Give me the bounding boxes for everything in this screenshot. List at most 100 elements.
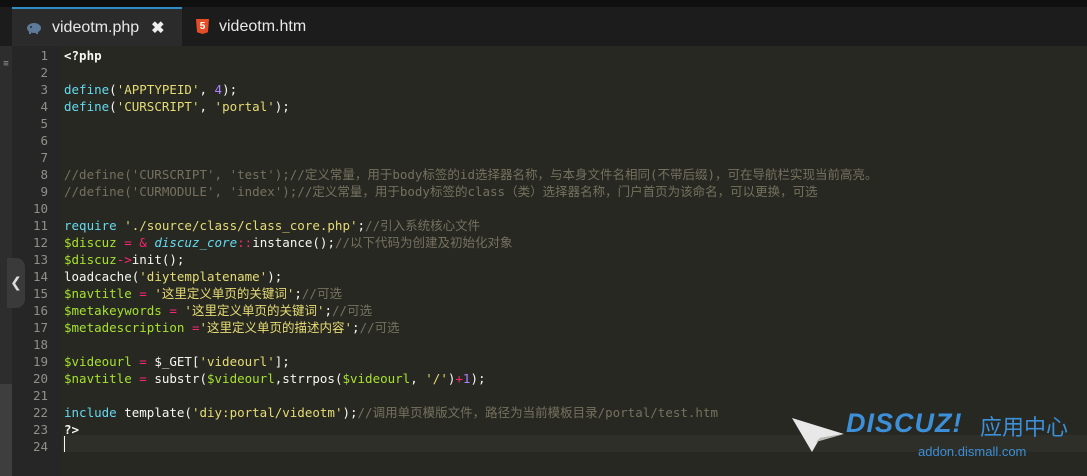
code-token: = [116,235,140,250]
tab-videotm-php[interactable]: videotm.php ✖ [12,7,182,46]
code-token: ); [222,82,238,97]
code-line[interactable]: $discuz->init(); [64,251,184,268]
code-token: //可选 [359,320,400,335]
code-line[interactable]: define('CURSCRIPT', 'portal'); [64,98,290,115]
code-token: ( [109,82,117,97]
line-number: 2 [40,65,48,80]
code-token: $discuz [64,252,117,267]
code-token: //可选 [301,286,342,301]
code-token: //可选 [332,303,373,318]
tab-label: videotm.htm [219,17,307,35]
code-token: ; [357,218,366,233]
code-token: ); [274,99,290,114]
line-number: 17 [32,320,48,335]
code-line[interactable]: $navtitle = substr($videourl,strrpos($vi… [64,370,486,387]
code-token: , [410,371,426,386]
sidebar-menu-icon[interactable]: ≡ [0,58,12,70]
line-number: 10 [32,201,48,216]
code-token: $metadescription [64,320,185,335]
code-line[interactable]: $discuz = & discuz_core::instance();//以下… [64,234,513,251]
code-token: ?> [64,422,80,437]
code-token: loadcache( [64,269,140,284]
line-number: 18 [32,337,48,352]
code-line[interactable]: loadcache('diytemplatename'); [64,268,282,285]
code-token: instance(); [252,235,335,250]
code-token: = [161,303,185,318]
watermark-brand: DISCUZ! [846,408,963,438]
code-token: = [184,320,200,335]
code-line[interactable]: <?php [64,47,102,64]
line-number: 6 [40,133,48,148]
code-token: define [64,82,110,97]
code-token: ; [324,303,333,318]
code-token: $videourl [207,371,275,386]
line-number: 9 [40,184,48,199]
code-token: $discuz [64,235,117,250]
code-token: ); [470,371,486,386]
sidebar-scroll-handle[interactable] [0,384,12,476]
code-token: + [455,371,463,386]
code-token: './source/class/class_core.php' [124,218,358,233]
code-token: $metakeywords [64,303,162,318]
code-token: template( [116,405,192,420]
code-token: & [139,235,155,250]
code-token: , [199,82,215,97]
code-token: '这里定义单页的关键词' [154,286,295,301]
line-number: 19 [32,354,48,369]
code-token: discuz_core [154,235,238,250]
line-number: 20 [32,371,48,386]
collapse-sidebar-button[interactable]: ❮ [7,258,25,308]
code-line[interactable]: ?> [64,421,79,438]
code-line[interactable]: $metadescription ='这里定义单页的描述内容';//可选 [64,319,400,336]
code-token: $videourl [64,354,132,369]
code-token: :: [237,235,253,250]
code-token: //define('CURMODULE', 'index');//定义常量，用于… [64,184,818,199]
code-token: include [64,405,117,420]
watermark-app-center: 应用中心 [980,416,1069,441]
line-number: 5 [40,116,48,131]
code-token: $_GET[ [154,354,200,369]
code-token: = [131,354,155,369]
tab-videotm-htm[interactable]: 5 videotm.htm [182,7,332,46]
code-token: ]; [274,354,290,369]
code-token: ,strrpos( [274,371,343,386]
code-token: 4 [214,82,223,97]
code-token: , [199,99,215,114]
code-line[interactable]: //define('CURSCRIPT', 'test');//定义常量，用于b… [64,166,878,183]
code-token: ; [352,320,360,335]
code-line[interactable]: //define('CURMODULE', 'index');//定义常量，用于… [64,183,818,200]
code-token: ); [267,269,283,284]
code-line[interactable]: require './source/class/class_core.php';… [64,217,480,234]
line-number: 24 [32,439,48,454]
line-number: 4 [40,99,48,114]
tab-label: videotm.php [52,18,140,36]
code-line[interactable]: $navtitle = '这里定义单页的关键词';//可选 [64,285,342,302]
line-number: 7 [40,150,48,165]
code-token: '这里定义单页的关键词' [184,303,325,318]
code-token: substr( [154,371,207,386]
code-token: '/' [425,371,448,386]
window-top-bar [0,0,1087,7]
code-token: 'diytemplatename' [139,269,268,284]
code-token: 'videourl' [199,354,275,369]
code-token: ( [109,99,117,114]
code-token: 'diy:portal/videotm' [191,405,343,420]
tab-bar: videotm.php ✖ 5 videotm.htm [0,7,1087,46]
code-token: = [131,371,155,386]
code-token: $videourl [342,371,411,386]
code-token: //define('CURSCRIPT', 'test');//定义常量，用于b… [64,167,878,182]
line-number: 23 [32,422,48,437]
watermark-url: addon.dismall.com [918,444,1027,459]
code-line[interactable]: define('APPTYPEID', 4); [64,81,237,98]
code-line[interactable]: include template('diy:portal/videotm');/… [64,404,718,421]
code-token: //调用单页模版文件，路径为当前模板目录/portal/test.htm [357,405,718,420]
code-line[interactable]: $metakeywords = '这里定义单页的关键词';//可选 [64,302,372,319]
close-icon[interactable]: ✖ [151,18,164,38]
code-line[interactable]: $videourl = $_GET['videourl']; [64,353,290,370]
line-number: 3 [40,82,48,97]
text-caret [64,436,65,452]
line-number: 21 [32,388,48,403]
line-number: 11 [32,218,48,233]
discuz-watermark: DISCUZ! 应用中心 addon.dismall.com [790,408,1087,476]
code-token: $navtitle [64,371,132,386]
